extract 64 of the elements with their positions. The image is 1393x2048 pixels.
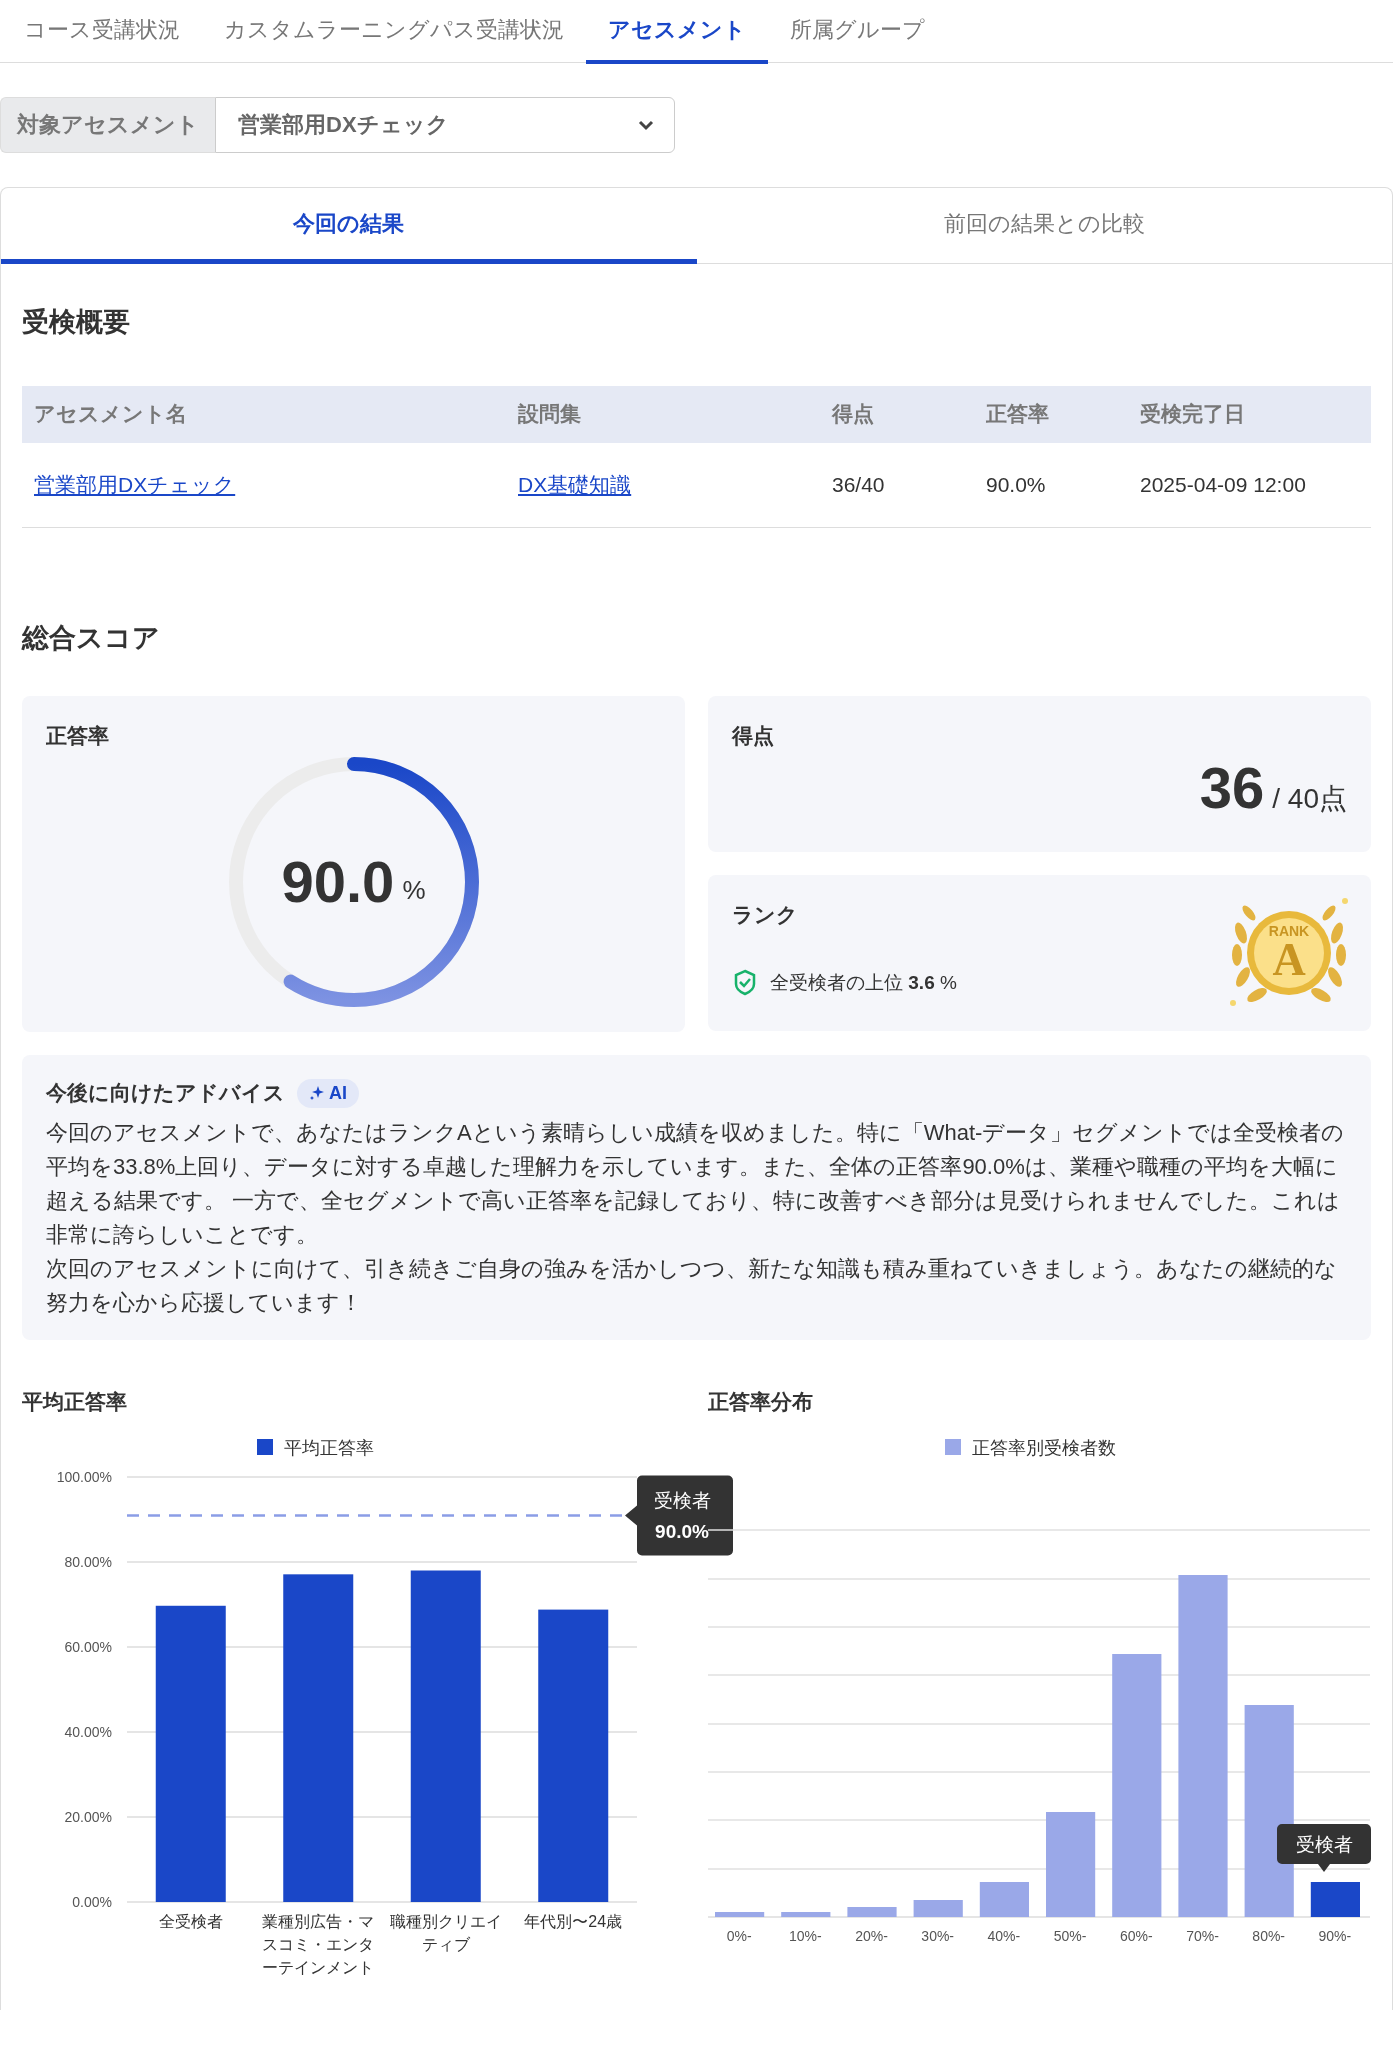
column-header: 得点: [832, 402, 874, 425]
nav-tab[interactable]: アセスメント: [586, 0, 768, 64]
table-link[interactable]: 営業部用DXチェック: [34, 472, 236, 496]
chevron-down-icon: [638, 119, 654, 131]
axis-category-label: 0%-: [726, 1927, 752, 1944]
axis-category-label: 70%-: [1186, 1927, 1219, 1944]
legend-label: 正答率別受検者数: [972, 1437, 1116, 1458]
tooltip-value: 90.0%: [655, 1520, 709, 1541]
axis-tick-label: 40.00%: [64, 1723, 112, 1740]
table-link[interactable]: DX基礎知識: [518, 472, 632, 496]
tooltip-title: 受検者: [1295, 1833, 1353, 1855]
nav-tab[interactable]: カスタムラーニングパス受講状況: [202, 0, 586, 64]
legend-swatch: [257, 1438, 273, 1455]
axis-tick-label: 0.00%: [72, 1893, 112, 1910]
axis-tick-label: 60.00%: [64, 1638, 112, 1655]
advice-paragraph: 次回のアセスメントに向けて、引き続きご自身の強みを活かしつつ、新たな知識も積み重ねていきましょう。あなたの継続的な努力を心から応援しています！: [46, 1254, 1338, 1317]
column-header: アセスメント名: [34, 402, 187, 425]
panel-title: 得点: [732, 722, 775, 749]
table-cell: 2025-04-09 12:00: [1140, 472, 1306, 496]
table-cell: 90.0%: [986, 472, 1046, 496]
chart-title: 正答率分布: [708, 1388, 814, 1415]
axis-category-label: 職種別クリエイティブ: [388, 1911, 503, 1955]
axis-category-label: 年代別〜24歳: [523, 1911, 624, 1932]
legend-swatch: [945, 1438, 961, 1455]
axis-category-label: 30%-: [921, 1927, 955, 1944]
axis-category-label: 全受検者: [157, 1911, 224, 1932]
column-header: 設問集: [518, 402, 581, 425]
score-max: / 40点: [1272, 781, 1347, 816]
award-check-icon: [732, 968, 758, 997]
assessment-dropdown[interactable]: 営業部用DXチェック: [215, 97, 675, 153]
table-cell: 36/40: [832, 472, 885, 496]
axis-tick-label: 20.00%: [64, 1808, 112, 1825]
percentile-text: 全受検者の上位 3.6 %: [770, 970, 957, 995]
panel-title: 今後に向けたアドバイス: [46, 1080, 285, 1106]
axis-category-label: 50%-: [1053, 1927, 1087, 1944]
section-heading: 総合スコア: [22, 621, 161, 655]
section-heading: 受検概要: [22, 305, 131, 339]
axis-tick-label: 100.00%: [56, 1468, 112, 1485]
chart-title: 平均正答率: [22, 1388, 128, 1415]
tooltip-title: 受検者: [653, 1489, 711, 1510]
axis-category-label: 60%-: [1119, 1927, 1153, 1944]
result-tab[interactable]: 今回の結果: [1, 188, 697, 264]
ai-badge: AI: [297, 1078, 359, 1108]
axis-tick-label: 80.00%: [64, 1553, 112, 1570]
axis-category-label: 10%-: [788, 1927, 822, 1944]
sparkle-icon: [309, 1085, 325, 1101]
axis-category-label: 業種別広告・マスコミ・エンターテインメント: [261, 1911, 376, 1978]
nav-tab[interactable]: 所属グループ: [768, 0, 947, 64]
column-header: 正答率: [986, 402, 1049, 425]
axis-category-label: 90%-: [1318, 1927, 1352, 1944]
result-tab[interactable]: 前回の結果との比較: [696, 188, 1392, 264]
select-label: 対象アセスメント: [0, 97, 215, 153]
axis-category-label: 80%-: [1252, 1927, 1286, 1944]
column-header: 受検完了日: [1140, 402, 1245, 425]
score-value: 36: [1199, 753, 1265, 821]
axis-category-label: 20%-: [855, 1927, 888, 1944]
legend-label: 平均正答率: [284, 1437, 374, 1458]
accuracy-unit: %: [402, 875, 426, 906]
axis-category-label: 40%-: [987, 1927, 1021, 1944]
nav-tab[interactable]: コース受講状況: [2, 0, 202, 64]
advice-paragraph: 今回のアセスメントで、あなたはランクAという素晴らしい成績を収めました。特に「What-データ」セグメントでは全受検者の平均を33.8%上回り、データに対する卓越した理解力を示しています。また、全体の正答率90.0%は、業種や職種の平均を大幅に超える結果です。 一方で、全セグメントで高い正答率を記録しており、特に改善すべき部分は見受けられませんでした。これは非常に誇らしいことです。: [46, 1118, 1346, 1249]
panel-title: ランク: [732, 901, 799, 928]
accuracy-value: 90.0: [281, 848, 395, 915]
panel-title: 正答率: [46, 722, 110, 749]
